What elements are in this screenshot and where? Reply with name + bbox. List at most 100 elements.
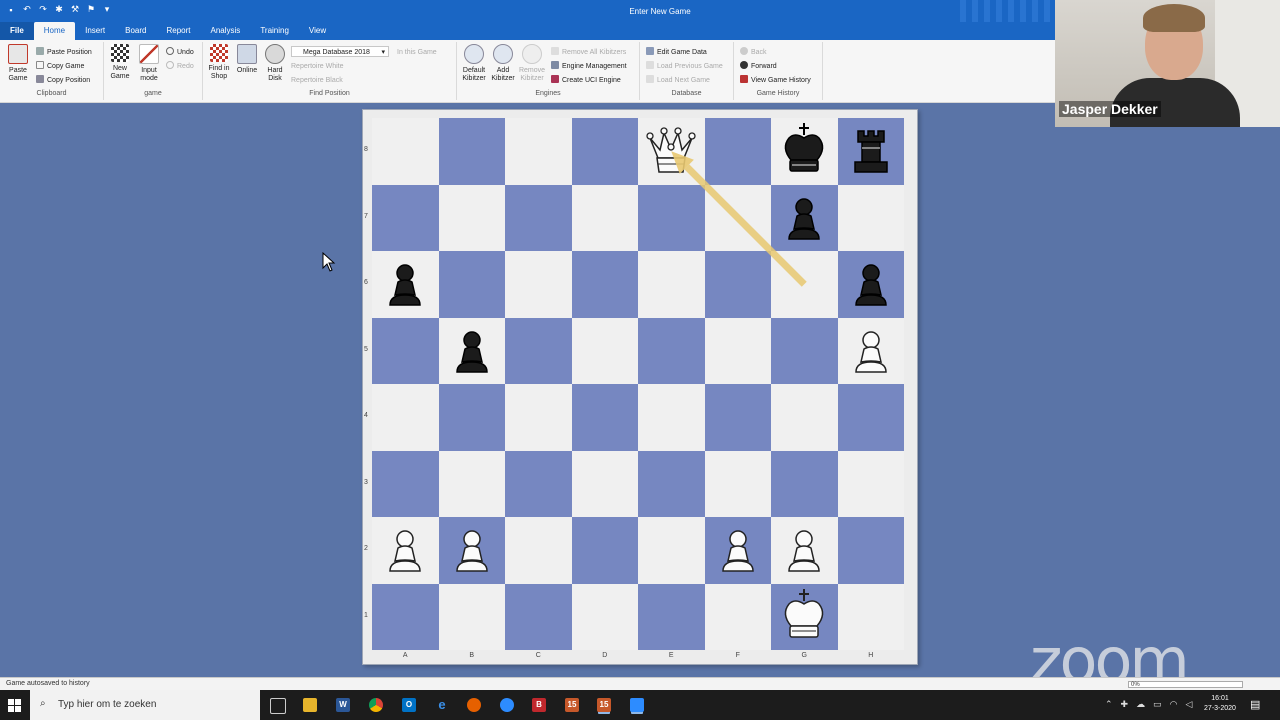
notification-icon[interactable]: ▤: [1250, 698, 1260, 711]
uci-icon: [551, 75, 559, 83]
default-kibitzer-button[interactable]: Default Kibitzer: [460, 44, 488, 83]
history-icon: [740, 75, 748, 83]
forward-label: Forward: [751, 63, 777, 70]
edit-game-data-label: Edit Game Data: [657, 49, 707, 56]
wifi-icon[interactable]: ◠: [1170, 699, 1178, 710]
paste-game-button[interactable]: Paste Game: [4, 44, 32, 83]
load-previous-label: Load Previous Game: [657, 63, 723, 70]
zoom-icon[interactable]: [630, 698, 644, 712]
forward-icon: [740, 61, 748, 69]
tray-expand-icon[interactable]: ⌃: [1105, 699, 1113, 710]
network-icon[interactable]: ▭: [1153, 699, 1162, 710]
add-kibitzer-button[interactable]: Add Kibitzer: [489, 44, 517, 83]
remove-kibitzer-button[interactable]: Remove Kibitzer: [518, 44, 546, 83]
save-icon[interactable]: ▪: [6, 4, 16, 15]
tab-view[interactable]: View: [299, 22, 336, 40]
windows-start-icon[interactable]: [8, 699, 21, 712]
group-clipboard: Paste Game Paste Position Copy Game Copy…: [0, 42, 104, 100]
in-this-game-button[interactable]: In this Game: [397, 47, 437, 58]
input-mode-button[interactable]: Input mode: [135, 44, 163, 83]
move-arrow: [671, 151, 807, 287]
copy-position-button[interactable]: Copy Position: [36, 75, 90, 86]
redo-button[interactable]: Redo: [166, 61, 194, 72]
chessbase-icon[interactable]: 15: [565, 698, 579, 712]
paste-icon: [36, 47, 44, 55]
clock-date: 27-3-2020: [1204, 705, 1236, 712]
paste-position-button[interactable]: Paste Position: [36, 47, 92, 58]
customize-icon[interactable]: ▾: [102, 4, 112, 15]
group-label-find-position: Find Position: [309, 90, 350, 97]
tray-app-icon[interactable]: ✚: [1121, 699, 1129, 710]
group-label-game: game: [144, 90, 162, 97]
load-next-game-button[interactable]: Load Next Game: [646, 75, 710, 86]
undo-button[interactable]: Undo: [166, 47, 194, 58]
edge-icon[interactable]: e: [435, 698, 449, 712]
hard-disk-button[interactable]: Hard Disk: [261, 44, 289, 83]
file-explorer-icon[interactable]: [303, 698, 317, 712]
group-label-database: Database: [671, 90, 702, 97]
repertoire-black-button[interactable]: Repertoire Black: [291, 75, 343, 86]
ribbon-tabs: File Home Insert Board Report Analysis T…: [0, 22, 1055, 40]
flag-icon[interactable]: ⚑: [86, 4, 96, 15]
group-engines: Default Kibitzer Add Kibitzer Remove Kib…: [457, 42, 640, 100]
copy-game-button[interactable]: Copy Game: [36, 61, 84, 72]
create-uci-engine-button[interactable]: Create UCI Engine: [551, 75, 621, 86]
outlook-icon[interactable]: O: [402, 698, 416, 712]
new-game-button[interactable]: New Game: [106, 44, 134, 81]
chessbase-active-icon[interactable]: 15: [597, 698, 611, 712]
tab-analysis[interactable]: Analysis: [201, 22, 251, 40]
taskbar-search-box[interactable]: ⌕ Typ hier om te zoeken: [30, 690, 260, 720]
tab-training[interactable]: Training: [250, 22, 299, 40]
tab-insert[interactable]: Insert: [75, 22, 115, 40]
view-history-label: View Game History: [751, 77, 811, 84]
chrome-icon[interactable]: [369, 698, 383, 712]
webcam-video: Jasper Dekker: [1055, 0, 1280, 127]
create-uci-label: Create UCI Engine: [562, 77, 621, 84]
find-in-shop-button[interactable]: Find in Shop: [205, 44, 233, 81]
volume-icon[interactable]: ◁: [1185, 699, 1192, 710]
copy-game-label: Copy Game: [47, 63, 85, 70]
edit-game-data-button[interactable]: Edit Game Data: [646, 47, 707, 58]
remove-all-kibitzers-button[interactable]: Remove All Kibitzers: [551, 47, 626, 58]
word-icon[interactable]: W: [336, 698, 350, 712]
clock-time: 16:01: [1211, 695, 1229, 702]
previous-icon: [646, 61, 654, 69]
firefox-icon[interactable]: [467, 698, 481, 712]
undo-icon[interactable]: ↶: [22, 4, 32, 15]
back-button[interactable]: Back: [740, 47, 767, 58]
cloud-icon[interactable]: ☁: [1136, 699, 1145, 710]
online-button[interactable]: Online: [233, 44, 261, 75]
file-label: E: [668, 652, 674, 659]
forward-button[interactable]: Forward: [740, 61, 777, 72]
tab-board[interactable]: Board: [115, 22, 156, 40]
repertoire-white-button[interactable]: Repertoire White: [291, 61, 344, 72]
title-decoration: [960, 0, 1055, 22]
b-app-icon[interactable]: B: [532, 698, 546, 712]
tab-report[interactable]: Report: [157, 22, 201, 40]
tab-file[interactable]: File: [0, 22, 34, 40]
file-label: B: [469, 652, 475, 659]
task-view-icon[interactable]: [270, 698, 286, 714]
search-icon: ⌕: [40, 698, 46, 709]
engine-management-label: Engine Management: [562, 63, 627, 70]
load-previous-game-button[interactable]: Load Previous Game: [646, 61, 723, 72]
chevron-down-icon: ▾: [381, 49, 385, 56]
vpn-icon[interactable]: [500, 698, 514, 712]
group-game: New Game Input mode Undo Redo game: [104, 42, 203, 100]
copy-icon: [36, 61, 44, 69]
progress-bar: 0%: [1128, 681, 1243, 688]
engine-management-button[interactable]: Engine Management: [551, 61, 627, 72]
tab-home[interactable]: Home: [33, 22, 76, 40]
redo-icon[interactable]: ↷: [38, 4, 48, 15]
rank-label: 4: [364, 412, 368, 420]
view-game-history-button[interactable]: View Game History: [740, 75, 811, 86]
remove-all-icon: [551, 47, 559, 55]
undo-label: Undo: [177, 49, 194, 56]
database-select[interactable]: Mega Database 2018 ▾: [291, 46, 389, 57]
settings-icon[interactable]: ✱: [54, 4, 64, 15]
tools-icon[interactable]: ⚒: [70, 4, 80, 15]
repertoire-white-label: Repertoire White: [291, 63, 344, 70]
remove-kibitzer-icon: [522, 44, 542, 64]
engine-icon: [551, 61, 559, 69]
taskbar-clock[interactable]: 16:01 27-3-2020: [1200, 694, 1240, 714]
